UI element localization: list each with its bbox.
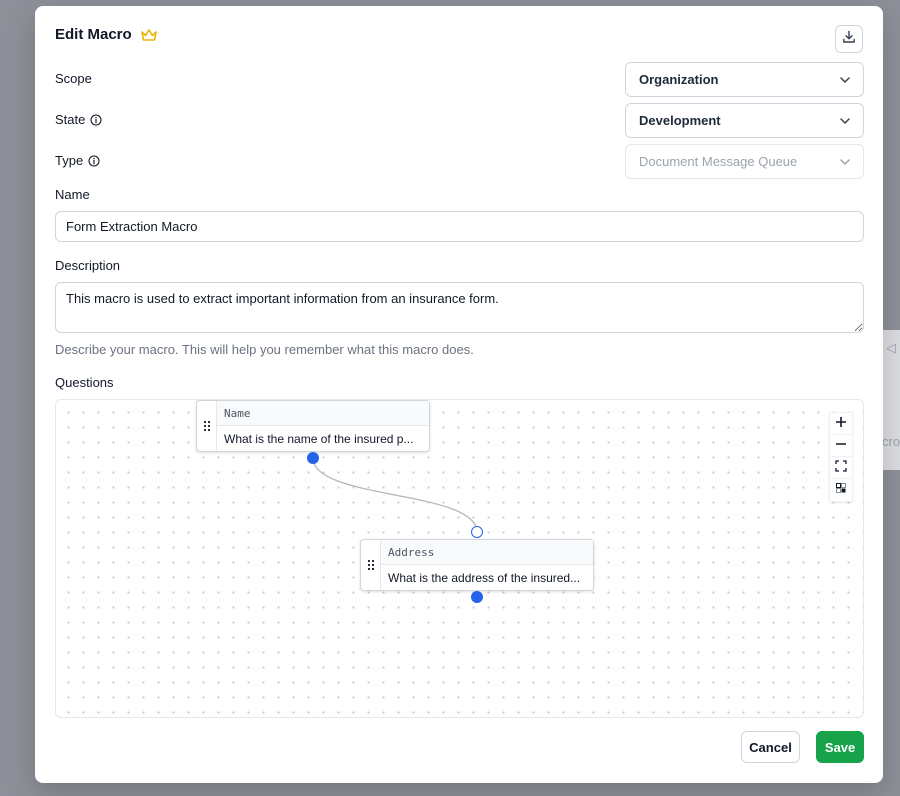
description-label: Description: [55, 258, 120, 273]
name-input[interactable]: [55, 211, 864, 242]
questions-label: Questions: [55, 375, 114, 390]
question-node-text: What is the address of the insured...: [388, 570, 581, 585]
scope-select[interactable]: Organization: [625, 62, 864, 97]
info-icon[interactable]: [90, 113, 102, 126]
download-icon: [842, 30, 856, 49]
modal-title: Edit Macro: [55, 26, 132, 43]
question-node[interactable]: Name What is the name of the insured p..…: [196, 400, 430, 452]
flow-controls: [829, 412, 853, 502]
fit-view-icon: [835, 459, 847, 477]
edit-macro-modal: Edit Macro Scope Organization State Deve…: [35, 6, 883, 783]
question-node-body: Address What is the address of the insur…: [381, 540, 593, 590]
lock-icon: [835, 481, 847, 499]
question-node-text: What is the name of the insured p...: [224, 431, 414, 446]
name-label: Name: [55, 187, 90, 202]
description-helper-text: Describe your macro. This will help you …: [55, 342, 474, 357]
background-panel-peek: ◁ cro: [880, 330, 900, 470]
chevron-down-icon: [839, 115, 851, 127]
type-label: Type: [55, 153, 100, 168]
node-output-port[interactable]: [307, 452, 319, 464]
state-select-value: Development: [639, 113, 721, 128]
cancel-button[interactable]: Cancel: [741, 731, 800, 763]
description-label-text: Description: [55, 258, 121, 273]
type-select-value: Document Message Queue: [639, 154, 798, 169]
state-select[interactable]: Development: [625, 103, 864, 138]
questions-label-text: Questions: [55, 375, 114, 390]
fit-view-button[interactable]: [830, 457, 852, 479]
question-node-title: Address: [381, 540, 593, 565]
node-output-port[interactable]: [471, 591, 483, 603]
zoom-out-icon: [835, 437, 847, 455]
question-node-body: Name What is the name of the insured p..…: [217, 401, 429, 451]
node-input-port[interactable]: [471, 526, 483, 538]
save-button[interactable]: Save: [816, 731, 864, 763]
type-label-text: Type: [55, 153, 84, 168]
question-node-title: Name: [217, 401, 429, 426]
questions-flow-canvas[interactable]: Name What is the name of the insured p..…: [55, 399, 864, 718]
description-textarea[interactable]: [55, 282, 864, 333]
state-label-text: State: [55, 112, 86, 127]
zoom-out-button[interactable]: [830, 435, 852, 457]
zoom-in-button[interactable]: [830, 413, 852, 435]
info-icon[interactable]: [88, 154, 100, 167]
type-select: Document Message Queue: [625, 144, 864, 179]
question-node[interactable]: Address What is the address of the insur…: [360, 539, 594, 591]
scope-label: Scope: [55, 71, 92, 86]
state-label: State: [55, 112, 102, 127]
toggle-interactivity-button[interactable]: [830, 479, 852, 501]
chevron-down-icon: [839, 156, 851, 168]
scope-label-text: Scope: [55, 71, 92, 86]
modal-header: Edit Macro: [55, 26, 158, 43]
name-label-text: Name: [55, 187, 90, 202]
download-button[interactable]: [835, 25, 863, 53]
chevron-down-icon: [839, 74, 851, 86]
zoom-in-icon: [835, 415, 847, 433]
drag-handle-icon[interactable]: [197, 401, 217, 451]
edge-name-to-address: [312, 457, 478, 533]
background-arrow-icon: ◁: [886, 340, 896, 355]
drag-handle-icon[interactable]: [361, 540, 381, 590]
scope-select-value: Organization: [639, 72, 719, 87]
background-text-fragment: cro: [882, 434, 900, 449]
crown-icon: [140, 28, 158, 42]
